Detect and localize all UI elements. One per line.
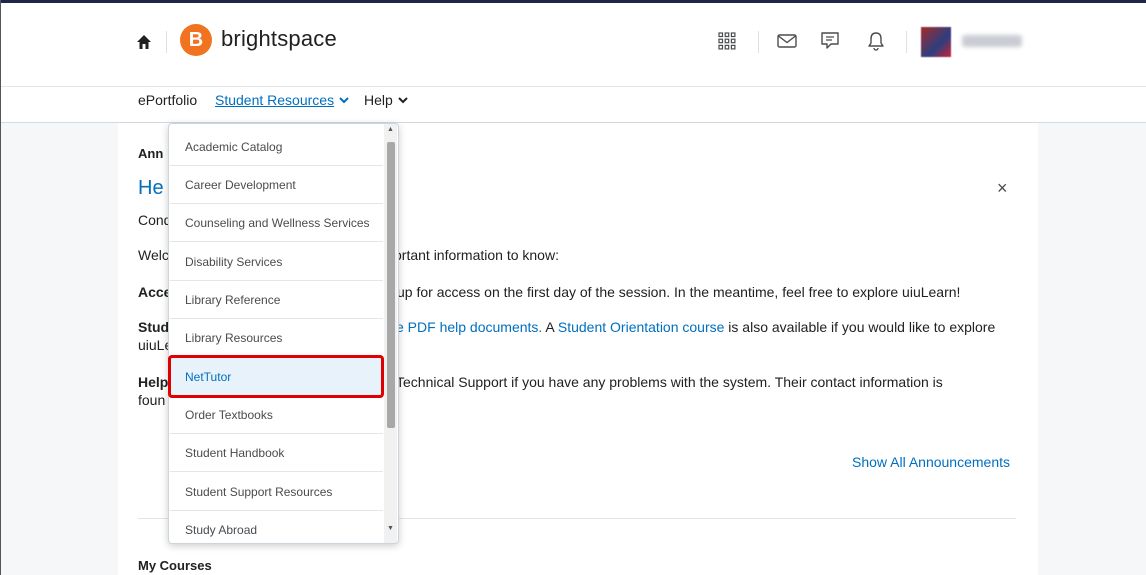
menu-item-student-handbook[interactable]: Student Handbook: [170, 434, 383, 472]
menu-item-counseling[interactable]: Counseling and Wellness Services: [170, 204, 383, 242]
student-resources-dropdown: Academic Catalog Career Development Coun…: [168, 123, 399, 544]
menu-item-library-reference[interactable]: Library Reference: [170, 281, 383, 319]
nav-label: Help: [364, 92, 393, 108]
dropdown-scroll-thumb[interactable]: [387, 142, 395, 428]
menu-item-career-development[interactable]: Career Development: [170, 166, 383, 204]
announcement-line: Cond: [138, 212, 172, 228]
menu-item-library-resources[interactable]: Library Resources: [170, 319, 383, 357]
scroll-up-arrow-icon[interactable]: ▲: [387, 126, 394, 133]
nav-help[interactable]: Help: [364, 92, 408, 108]
scroll-down-arrow-icon[interactable]: ▼: [387, 525, 394, 532]
announcement-line: foun: [138, 392, 166, 408]
nav-eportfolio[interactable]: ePortfolio: [138, 92, 197, 108]
announcement-line-text: up for access on the first day of the se…: [397, 284, 961, 300]
separator: [166, 31, 167, 53]
pdf-help-link[interactable]: e PDF help documents.: [396, 319, 542, 335]
announcement-line: Help: [138, 374, 169, 390]
menu-item-disability-services[interactable]: Disability Services: [170, 243, 383, 281]
chevron-down-icon: [339, 96, 349, 103]
close-icon[interactable]: ×: [997, 178, 1008, 199]
announcement-line: Acce: [138, 284, 172, 300]
announcement-line: Welc: [138, 247, 169, 263]
avatar[interactable]: [921, 27, 951, 57]
mail-icon[interactable]: [774, 28, 800, 54]
menu-item-student-support-resources[interactable]: Student Support Resources: [170, 473, 383, 511]
student-orientation-link[interactable]: Student Orientation course: [558, 319, 725, 335]
separator: [906, 31, 907, 53]
separator: [758, 31, 759, 53]
user-name-blurred[interactable]: [962, 35, 1022, 47]
announcement-line: Stud: [138, 319, 170, 335]
show-all-announcements-link[interactable]: Show All Announcements: [852, 454, 1010, 470]
announcement-line-text: e PDF help documents. A Student Orientat…: [396, 319, 996, 335]
nav-label: ePortfolio: [138, 92, 198, 108]
menu-item-study-abroad[interactable]: Study Abroad: [170, 511, 383, 543]
menu-item-academic-catalog[interactable]: Academic Catalog: [170, 128, 383, 166]
chat-icon[interactable]: [817, 28, 843, 54]
course-selector-icon[interactable]: [714, 28, 740, 54]
brand-name[interactable]: brightspace: [221, 26, 337, 52]
announcement-line-text: Technical Support if you have any proble…: [396, 374, 943, 390]
home-icon[interactable]: [135, 33, 153, 51]
announcement-title[interactable]: He: [138, 177, 164, 200]
nettutor-highlight-box: [168, 355, 384, 398]
bell-icon[interactable]: [863, 28, 889, 54]
brightspace-logo[interactable]: B: [180, 24, 212, 56]
nav-label: Student Resources: [215, 92, 335, 108]
chevron-down-icon: [398, 96, 408, 103]
announcement-line-text: ortant information to know:: [394, 247, 559, 263]
announcements-header: Ann: [138, 146, 164, 161]
nav-student-resources[interactable]: Student Resources: [215, 92, 349, 108]
my-courses-heading: My Courses: [138, 558, 212, 573]
menu-item-order-textbooks[interactable]: Order Textbooks: [170, 396, 383, 434]
